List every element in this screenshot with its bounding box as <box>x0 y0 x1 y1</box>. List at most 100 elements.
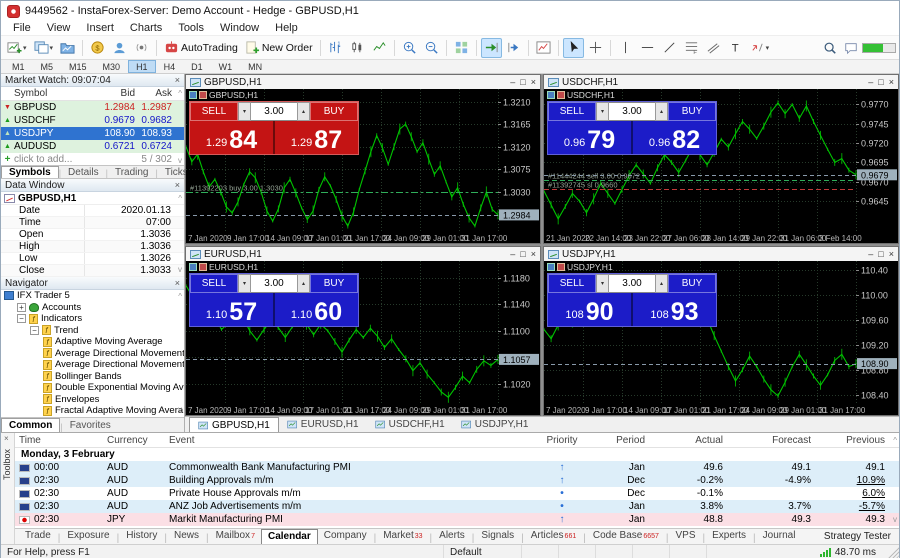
chart-folder-button[interactable] <box>57 38 78 58</box>
timeframe-MN[interactable]: MN <box>240 60 270 73</box>
hline-button[interactable] <box>637 38 658 58</box>
timeframe-M30[interactable]: M30 <box>95 60 129 73</box>
volume-input[interactable]: 3.00 <box>251 102 297 121</box>
vline-button[interactable] <box>615 38 636 58</box>
sell-button[interactable]: SELL <box>190 274 238 293</box>
tree-item[interactable]: − f Trend <box>1 325 184 337</box>
restore-button[interactable]: □ <box>520 249 525 259</box>
volume-down-button[interactable]: ▾ <box>238 274 251 293</box>
tree-item[interactable]: − f Indicators <box>1 313 184 325</box>
scroll-up-icon[interactable]: ^ <box>178 194 182 203</box>
volume-up-button[interactable]: ▴ <box>655 274 668 293</box>
chart-window-titlebar[interactable]: USDCHF,H1 – □ × <box>544 75 898 89</box>
profile-selector[interactable]: Default <box>443 545 521 558</box>
minimize-button[interactable]: – <box>868 77 873 87</box>
scroll-down-icon[interactable]: v <box>178 265 182 274</box>
toolbox-tab-vps[interactable]: VPS <box>670 529 702 544</box>
volume-input[interactable]: 3.00 <box>609 102 655 121</box>
tree-expander-icon[interactable]: − <box>30 325 39 335</box>
menu-item-tools[interactable]: Tools <box>170 22 212 34</box>
menu-item-window[interactable]: Window <box>212 22 267 34</box>
minimize-button[interactable]: – <box>510 77 515 87</box>
tab-common[interactable]: Common <box>1 418 61 432</box>
buy-button[interactable]: BUY <box>310 102 358 121</box>
volume-up-button[interactable]: ▴ <box>297 274 310 293</box>
new-chart-button[interactable]: ▾ <box>4 38 30 58</box>
chart-tab-usdchf[interactable]: USDCHF,H1 <box>367 417 453 432</box>
close-button[interactable]: × <box>531 77 536 87</box>
chart-canvas-area[interactable]: 0.9770 0.9745 0.9720 0.9695 0.9670 0.9645 #114… <box>544 89 898 243</box>
toolbox-tab-signals[interactable]: Signals <box>475 529 520 544</box>
timeframe-M5[interactable]: M5 <box>33 60 62 73</box>
calendar-event-row[interactable]: 02:30 JPY Markit Manufacturing PMI ↑ Jan 48.8… <box>15 513 899 526</box>
timeframe-H1[interactable]: H1 <box>128 60 156 73</box>
toolbox-tab-market[interactable]: Market 33 <box>377 529 428 544</box>
close-icon[interactable]: × <box>175 75 180 85</box>
timeframe-W1[interactable]: W1 <box>211 60 241 73</box>
volume-up-button[interactable]: ▴ <box>297 102 310 121</box>
add-symbol-row[interactable]: + click to add... 5 / 302 <box>1 153 184 165</box>
tree-item[interactable]: + Accounts <box>1 302 184 314</box>
chart-window-titlebar[interactable]: EURUSD,H1 – □ × <box>186 247 540 261</box>
arrows-button[interactable]: ▾ <box>747 38 773 58</box>
oneclick-toggle-icon[interactable] <box>199 91 207 99</box>
buy-button[interactable]: BUY <box>310 274 358 293</box>
scroll-down-icon[interactable]: v <box>178 405 182 414</box>
text-tool-button[interactable]: T <box>725 38 746 58</box>
profiles-button[interactable]: ▾ <box>31 38 57 58</box>
chart-tab-gbpusd[interactable]: GBPUSD,H1 <box>189 417 279 432</box>
close-button[interactable]: × <box>531 249 536 259</box>
candles-button[interactable] <box>347 38 368 58</box>
buy-button[interactable]: BUY <box>668 274 716 293</box>
trendline-button[interactable] <box>659 38 680 58</box>
restore-button[interactable]: □ <box>520 77 525 87</box>
timeframe-M15[interactable]: M15 <box>61 60 95 73</box>
new-order-button[interactable]: New Order <box>242 38 316 58</box>
market-watch-row-audusd[interactable]: ▲ AUDUSD 0.6721 0.6724 <box>1 140 184 153</box>
chat-button[interactable] <box>841 38 861 58</box>
scroll-up-icon[interactable]: ^ <box>178 292 182 301</box>
timeframe-D1[interactable]: D1 <box>183 60 211 73</box>
tab-symbols[interactable]: Symbols <box>1 166 59 178</box>
market-watch-row-usdjpy[interactable]: ▲ USDJPY 108.90 108.93 <box>1 127 184 140</box>
payments-button[interactable]: $ <box>87 38 108 58</box>
tree-item[interactable]: f Average Directional Movement <box>1 359 184 371</box>
scroll-up-icon[interactable]: ^ <box>893 436 897 445</box>
close-icon[interactable]: × <box>4 434 9 443</box>
tree-expander-icon[interactable]: + <box>17 302 26 312</box>
bars-button[interactable]: 1 <box>325 38 346 58</box>
chart-tab-eurusd[interactable]: EURUSD,H1 <box>279 417 367 432</box>
toolbox-tab-company[interactable]: Company <box>318 529 373 544</box>
oneclick-toggle-icon[interactable] <box>557 263 565 271</box>
close-button[interactable]: × <box>889 77 894 87</box>
chart-canvas-area[interactable]: 1.11801.11401.11001.10601.10201.10577 Ja… <box>186 261 540 415</box>
fibonacci-button[interactable]: F <box>681 38 702 58</box>
chart-window-titlebar[interactable]: GBPUSD,H1 – □ × <box>186 75 540 89</box>
tree-expander-icon[interactable]: − <box>17 314 26 324</box>
restore-button[interactable]: □ <box>878 77 883 87</box>
tree-item[interactable]: f Double Exponential Moving Av <box>1 382 184 394</box>
menu-item-insert[interactable]: Insert <box>78 22 122 34</box>
close-icon[interactable]: × <box>175 180 180 190</box>
toolbox-tab-journal[interactable]: Journal <box>757 529 802 544</box>
calendar-event-row[interactable]: 02:30 AUD ANZ Job Advertisements m/m • Jan 3.… <box>15 500 899 513</box>
close-icon[interactable]: × <box>175 278 180 288</box>
scroll-down-icon[interactable]: v <box>893 515 897 524</box>
broadcast-button[interactable] <box>131 38 152 58</box>
volume-input[interactable]: 3.00 <box>251 274 297 293</box>
chart-window-titlebar[interactable]: USDJPY,H1 – □ × <box>544 247 898 261</box>
toolbox-tab-trade[interactable]: Trade <box>19 529 57 544</box>
calendar-event-row[interactable]: 00:00 AUD Commonwealth Bank Manufacturing … <box>15 461 899 474</box>
toolbox-tab-code-base[interactable]: Code Base 6657 <box>587 529 665 544</box>
resize-grip[interactable] <box>886 545 899 558</box>
line-chart-button[interactable] <box>369 38 390 58</box>
zoom-in-button[interactable] <box>399 38 420 58</box>
zoom-out-button[interactable] <box>421 38 442 58</box>
tab-details[interactable]: Details <box>61 166 106 178</box>
volume-down-button[interactable]: ▾ <box>238 102 251 121</box>
menu-item-help[interactable]: Help <box>267 22 306 34</box>
toolbox-tab-experts[interactable]: Experts <box>706 529 752 544</box>
tree-item[interactable]: f Fractal Adaptive Moving Avera <box>1 405 184 417</box>
toolbox-tab-alerts[interactable]: Alerts <box>433 529 471 544</box>
autotrading-button[interactable]: AutoTrading <box>161 38 241 58</box>
